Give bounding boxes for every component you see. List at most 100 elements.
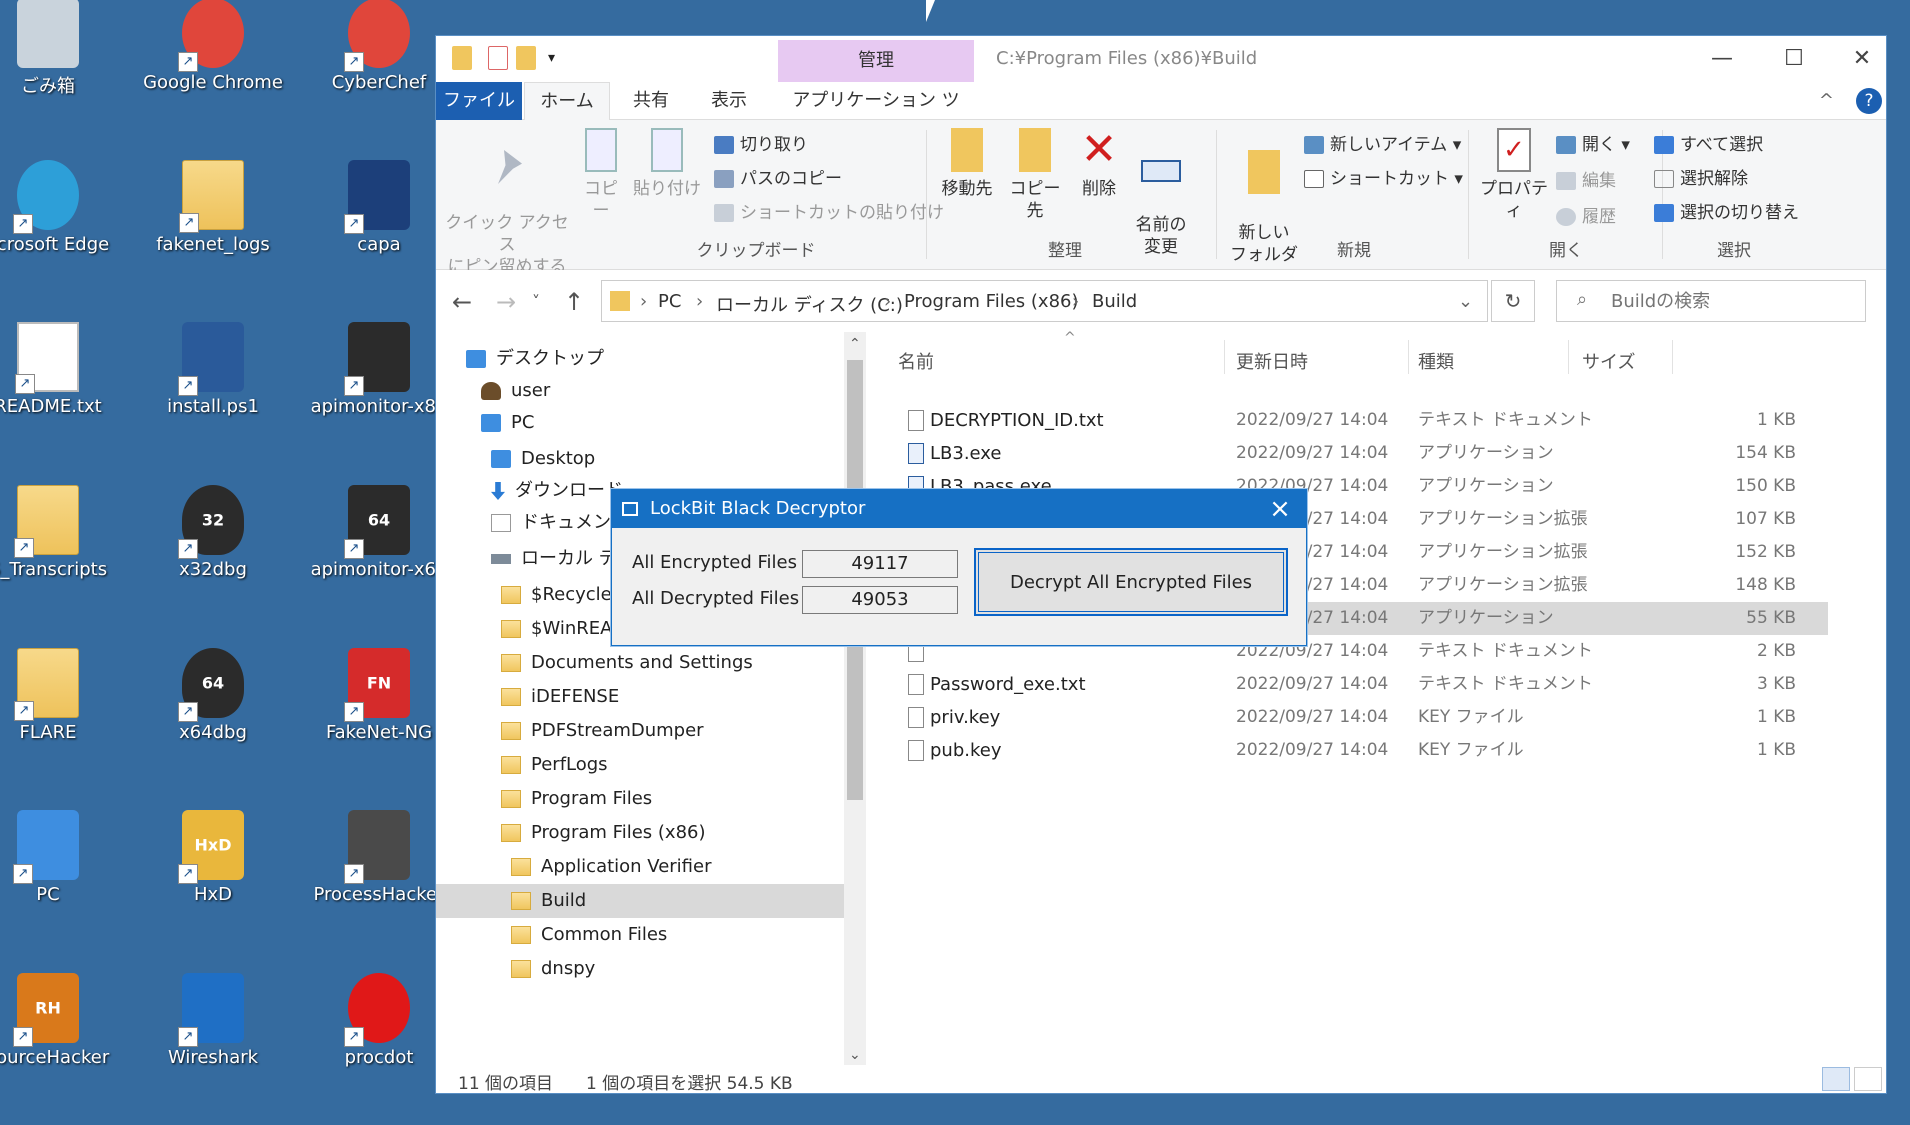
search-box[interactable]: ⌕ [1556, 280, 1866, 322]
desktop-icon-processhacker[interactable]: ↗ ProcessHacker [304, 802, 454, 952]
desktop-icon-fakenet-ng[interactable]: FN ↗ FakeNet-NG [304, 640, 454, 790]
desktop-icon-fakenet-logs[interactable]: ↗ fakenet_logs [138, 152, 288, 302]
tree-item[interactable]: PC [481, 406, 534, 440]
tree-item[interactable]: Build [436, 884, 844, 918]
scroll-down-icon[interactable]: ⌄ [849, 1047, 861, 1063]
shortcut-button[interactable]: ショートカット ▾ [1304, 164, 1463, 189]
nav-scrollbar[interactable]: ⌃ ⌄ [844, 332, 866, 1067]
copy-path-button[interactable]: パスのコピー [714, 164, 842, 189]
copy-button[interactable]: コピー [576, 128, 626, 222]
cut-button[interactable]: 切り取り [714, 130, 808, 155]
shortcut-arrow-icon: ↗ [178, 702, 198, 722]
details-view-icon[interactable] [1822, 1067, 1850, 1091]
tab-view[interactable]: 表示 [694, 82, 764, 120]
column-header-size[interactable]: サイズ [1582, 348, 1635, 374]
manage-context-tab[interactable]: 管理 [778, 40, 974, 82]
desktop-icon-apimonitor-x86[interactable]: ↗ apimonitor-x86 [304, 314, 454, 464]
desktop-icon-procdot[interactable]: ↗ procdot [304, 965, 454, 1115]
tree-item[interactable]: dnspy [511, 952, 595, 986]
delete-button[interactable]: ✕ 削除 [1072, 128, 1126, 200]
desktop-icon-sourcehacker[interactable]: RH↗sourceHacker [0, 965, 123, 1115]
desktop-icon-capa[interactable]: ↗ capa [304, 152, 454, 302]
new-item-button[interactable]: 新しいアイテム ▾ [1304, 130, 1461, 155]
properties-icon[interactable] [488, 46, 508, 70]
tab-application-tools[interactable]: アプリケーション ツール [786, 82, 966, 149]
new-folder-button[interactable]: 新しい フォルダー [1224, 128, 1304, 288]
column-header-modified[interactable]: 更新日時 [1236, 348, 1308, 374]
pin-quick-access-button[interactable]: クイック アクセス にピン留めする [444, 128, 570, 278]
maximize-button[interactable]: ☐ [1774, 44, 1814, 74]
desktop-icon--[interactable]: ごみ箱 [0, 0, 123, 140]
edit-button[interactable]: 編集 [1556, 166, 1616, 191]
tree-item[interactable]: Program Files (x86) [501, 816, 706, 850]
new-folder-icon[interactable] [516, 46, 536, 70]
refresh-button[interactable]: ↻ [1491, 280, 1535, 322]
tree-item[interactable]: iDEFENSE [501, 680, 619, 714]
help-icon[interactable]: ? [1856, 88, 1882, 114]
desktop-icon-licrosoft-edge[interactable]: ↗licrosoft Edge [0, 152, 123, 302]
tree-item[interactable]: ドキュメント [491, 506, 629, 540]
desktop-icon-x32dbg[interactable]: 32 ↗ x32dbg [138, 477, 288, 627]
tree-item[interactable]: ダウンロード [491, 474, 623, 508]
dialog-close-button[interactable]: × [1262, 490, 1298, 528]
file-row[interactable]: priv.key 2022/09/27 14:04 KEY ファイル 1 KB [868, 701, 1828, 734]
close-button[interactable]: ✕ [1842, 44, 1882, 74]
large-icons-view-icon[interactable] [1854, 1067, 1882, 1091]
tree-item[interactable]: デスクトップ [466, 342, 604, 376]
desktop-icon-pc[interactable]: ↗ PC [0, 802, 123, 952]
desktop-icon-wireshark[interactable]: ↗ Wireshark [138, 965, 288, 1115]
address-bar[interactable]: › PC › ローカル ディスク (C:) › Program Files (x… [601, 280, 1488, 322]
tree-item[interactable]: PerfLogs [501, 748, 608, 782]
desktop-icon-google-chrome[interactable]: ↗ Google Chrome [138, 0, 288, 140]
desktop-icon-cyberchef[interactable]: ↗ CyberChef [304, 0, 454, 140]
desktop-icon-flare[interactable]: ↗ FLARE [0, 640, 123, 790]
file-row[interactable]: Password_exe.txt 2022/09/27 14:04 テキスト ドキュ… [868, 668, 1828, 701]
tab-home[interactable]: ホーム [524, 82, 610, 120]
forward-arrow-icon[interactable]: → [496, 288, 516, 316]
tree-item[interactable]: Application Verifier [511, 850, 712, 884]
history-button[interactable]: 履歴 [1556, 202, 1616, 227]
file-row[interactable]: LB3.exe 2022/09/27 14:04 アプリケーション 154 KB [868, 437, 1828, 470]
desktop-icon-install-ps1[interactable]: ↗ install.ps1 [138, 314, 288, 464]
copy-to-button[interactable]: コピー先 [1002, 128, 1068, 222]
breadcrumb-program-files-x86[interactable]: Program Files (x86) [904, 291, 1079, 312]
back-arrow-icon[interactable]: ← [452, 288, 472, 316]
desktop-icon-apimonitor-x64[interactable]: 64 ↗ apimonitor-x64 [304, 477, 454, 627]
breadcrumb-pc[interactable]: PC [658, 291, 681, 312]
file-row[interactable]: pub.key 2022/09/27 14:04 KEY ファイル 1 KB [868, 734, 1828, 767]
select-none-button[interactable]: 選択解除 [1654, 164, 1748, 189]
scroll-up-icon[interactable]: ⌃ [849, 336, 861, 352]
desktop-icon-x64dbg[interactable]: 64 ↗ x64dbg [138, 640, 288, 790]
tab-file[interactable]: ファイル [436, 82, 522, 120]
select-all-button[interactable]: すべて選択 [1654, 130, 1763, 155]
properties-button[interactable]: ✓ プロパティ [1476, 128, 1552, 222]
invert-selection-button[interactable]: 選択の切り替え [1654, 198, 1799, 223]
paste-shortcut-button[interactable]: ショートカットの貼り付け [714, 198, 944, 223]
up-arrow-icon[interactable]: ↑ [564, 288, 584, 316]
recent-locations-icon[interactable]: ˅ [532, 292, 540, 311]
decrypt-all-button[interactable]: Decrypt All Encrypted Files [974, 548, 1288, 616]
minimize-button[interactable]: — [1702, 44, 1742, 74]
column-header-type[interactable]: 種類 [1418, 348, 1454, 374]
search-input[interactable] [1611, 287, 1851, 315]
address-dropdown-icon[interactable]: ⌄ [1458, 291, 1473, 312]
desktop-icon-hxd[interactable]: HxD ↗ HxD [138, 802, 288, 952]
breadcrumb-build[interactable]: Build [1092, 291, 1137, 312]
tree-item[interactable]: Documents and Settings [501, 646, 753, 680]
tree-item[interactable]: Program Files [501, 782, 652, 816]
column-header-name[interactable]: 名前 [898, 348, 934, 374]
open-button[interactable]: 開く ▾ [1556, 130, 1630, 155]
tree-item[interactable]: Desktop [491, 442, 595, 476]
desktop-icon-readme-txt[interactable]: ↗ README.txt [0, 314, 123, 464]
customize-toolbar-icon[interactable]: ▾ [548, 46, 568, 70]
file-row[interactable]: DECRYPTION_ID.txt 2022/09/27 14:04 テキスト ドキ… [868, 404, 1828, 437]
tree-item[interactable]: Common Files [511, 918, 667, 952]
move-to-button[interactable]: 移動先 [934, 128, 1000, 200]
tree-item[interactable]: user [481, 374, 550, 408]
collapse-ribbon-icon[interactable]: ^ [1819, 90, 1834, 111]
paste-button[interactable]: 貼り付け [632, 128, 702, 200]
tab-share[interactable]: 共有 [616, 82, 686, 120]
breadcrumb-local-disk[interactable]: ローカル ディスク (C:) [716, 291, 903, 317]
tree-item[interactable]: PDFStreamDumper [501, 714, 704, 748]
desktop-icon-s-transcripts[interactable]: ↗ S_Transcripts [0, 477, 123, 627]
